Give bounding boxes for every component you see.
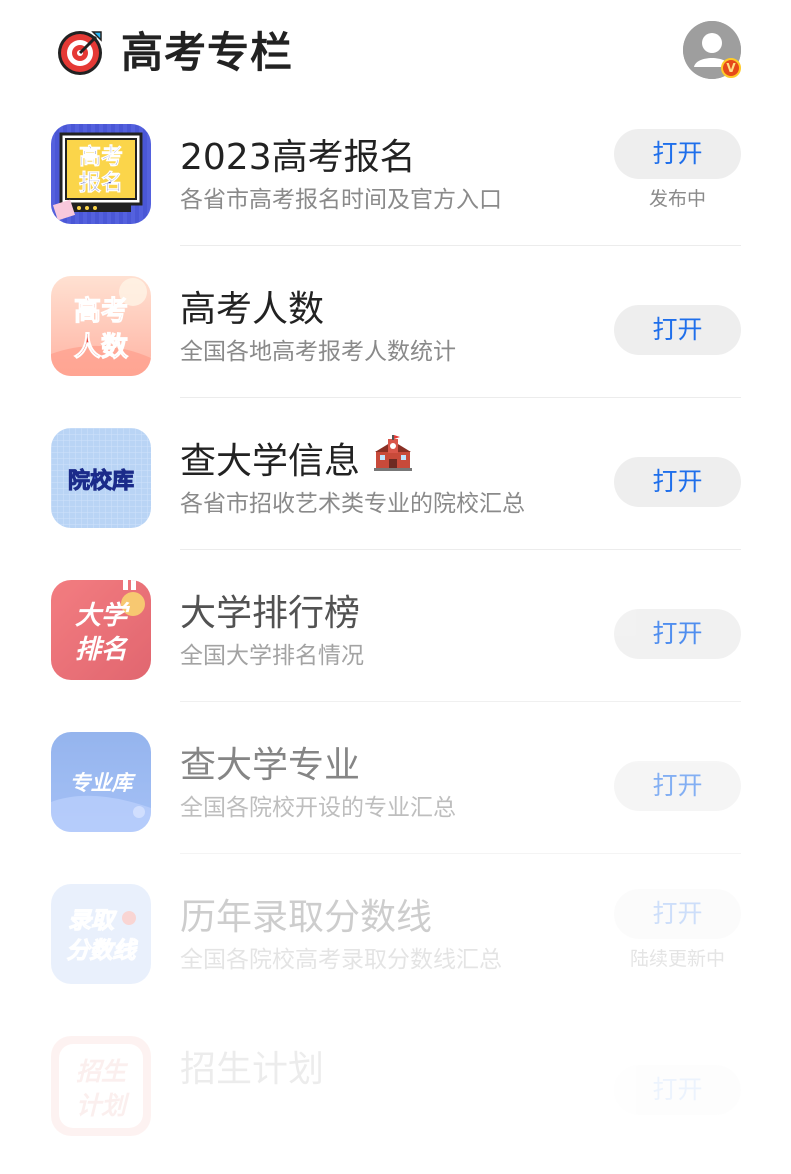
registration-icon-text-2: 报名 bbox=[79, 170, 123, 196]
cutoff-icon-text-1: 录取 bbox=[68, 908, 118, 934]
item-title: 高考人数 bbox=[180, 289, 325, 330]
exam-count-app-icon: 高考 人数 bbox=[51, 276, 151, 376]
item-description: 全国各院校开设的专业汇总 bbox=[180, 795, 456, 821]
enrollment-icon-text-2: 计划 bbox=[76, 1091, 130, 1120]
item-description: 全国各地高考报考人数统计 bbox=[180, 339, 456, 365]
item-title: 招生计划 bbox=[180, 1049, 325, 1090]
open-button[interactable]: 打开 bbox=[614, 457, 741, 507]
item-description: 全国各院校高考录取分数线汇总 bbox=[180, 947, 502, 973]
list-item-cutoff-scores[interactable]: 录取 分数线 历年录取分数线 全国各院校高考录取分数线汇总 打开 陆续更新中 bbox=[0, 870, 791, 1022]
open-button[interactable]: 打开 bbox=[614, 761, 741, 811]
divider bbox=[180, 853, 741, 854]
exam-count-icon-text-2: 人数 bbox=[74, 332, 129, 363]
target-icon bbox=[56, 29, 104, 77]
app-header: 高考专栏 V bbox=[0, 0, 791, 104]
item-status: 陆续更新中 bbox=[629, 948, 725, 970]
divider bbox=[180, 701, 741, 702]
item-status: 发布中 bbox=[648, 188, 706, 210]
cutoff-scores-app-icon: 录取 分数线 bbox=[51, 884, 151, 984]
vip-badge: V bbox=[721, 58, 741, 78]
divider bbox=[180, 549, 741, 550]
open-button[interactable]: 打开 bbox=[614, 129, 741, 179]
enrollment-plan-app-icon: 招生 计划 bbox=[51, 1036, 151, 1136]
university-db-icon-text: 院校库 bbox=[68, 468, 134, 494]
list-item-university-majors[interactable]: 专业库 查大学专业 全国各院校开设的专业汇总 打开 bbox=[0, 718, 791, 870]
feature-list: 高考 报名 2023高考报名 各省市高考报名时间及官方入口 打开 发布中 高考 … bbox=[0, 110, 791, 1174]
page-title: 高考专栏 bbox=[121, 28, 294, 77]
open-button[interactable]: 打开 bbox=[614, 1065, 741, 1115]
item-title: 历年录取分数线 bbox=[180, 897, 433, 938]
school-emoji-icon bbox=[374, 434, 413, 484]
divider bbox=[180, 397, 741, 398]
list-item-exam-count[interactable]: 高考 人数 高考人数 全国各地高考报考人数统计 打开 bbox=[0, 262, 791, 414]
list-item-enrollment-plan[interactable]: 招生 计划 招生计划 打开 bbox=[0, 1022, 791, 1174]
open-button[interactable]: 打开 bbox=[614, 609, 741, 659]
item-title: 查大学信息 bbox=[180, 434, 413, 488]
registration-icon-text-1: 高考 bbox=[79, 144, 123, 170]
item-title: 2023高考报名 bbox=[180, 137, 416, 178]
item-title: 大学排行榜 bbox=[180, 593, 361, 634]
divider bbox=[180, 245, 741, 246]
enrollment-icon-text-1: 招生 bbox=[76, 1057, 129, 1086]
open-button[interactable]: 打开 bbox=[614, 889, 741, 939]
registration-app-icon: 高考 报名 bbox=[51, 124, 151, 224]
item-description: 各省市招收艺术类专业的院校汇总 bbox=[180, 491, 525, 517]
item-description: 全国大学排名情况 bbox=[180, 643, 364, 669]
item-title-text: 查大学信息 bbox=[180, 441, 361, 482]
list-item-university-info[interactable]: 院校库 查大学信息 各省市招收艺术类专业的院校汇总 打开 bbox=[0, 414, 791, 566]
cutoff-icon-text-2: 分数线 bbox=[67, 938, 139, 964]
list-item-registration[interactable]: 高考 报名 2023高考报名 各省市高考报名时间及官方入口 打开 发布中 bbox=[0, 110, 791, 262]
majors-icon-text: 专业库 bbox=[70, 771, 137, 795]
ranking-app-icon: 大学 排名 bbox=[51, 580, 151, 680]
university-db-app-icon: 院校库 bbox=[51, 428, 151, 528]
ranking-icon-text-2: 排名 bbox=[75, 635, 129, 665]
majors-app-icon: 专业库 bbox=[51, 732, 151, 832]
list-item-university-ranking[interactable]: 大学 排名 大学排行榜 全国大学排名情况 打开 bbox=[0, 566, 791, 718]
item-description: 各省市高考报名时间及官方入口 bbox=[180, 187, 502, 213]
ranking-icon-text-1: 大学 bbox=[75, 601, 131, 631]
exam-count-icon-text-1: 高考 bbox=[74, 295, 128, 327]
item-title: 查大学专业 bbox=[180, 745, 361, 786]
open-button[interactable]: 打开 bbox=[614, 305, 741, 355]
